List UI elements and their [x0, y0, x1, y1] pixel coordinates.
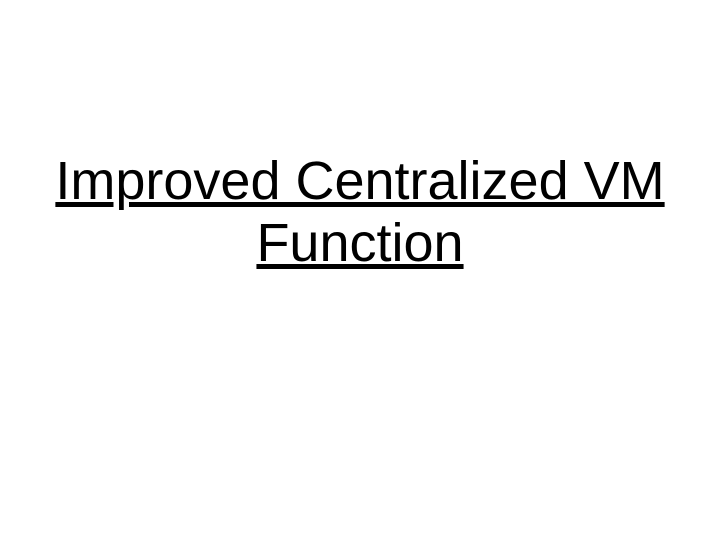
slide-title: Improved Centralized VM Function: [0, 150, 720, 274]
